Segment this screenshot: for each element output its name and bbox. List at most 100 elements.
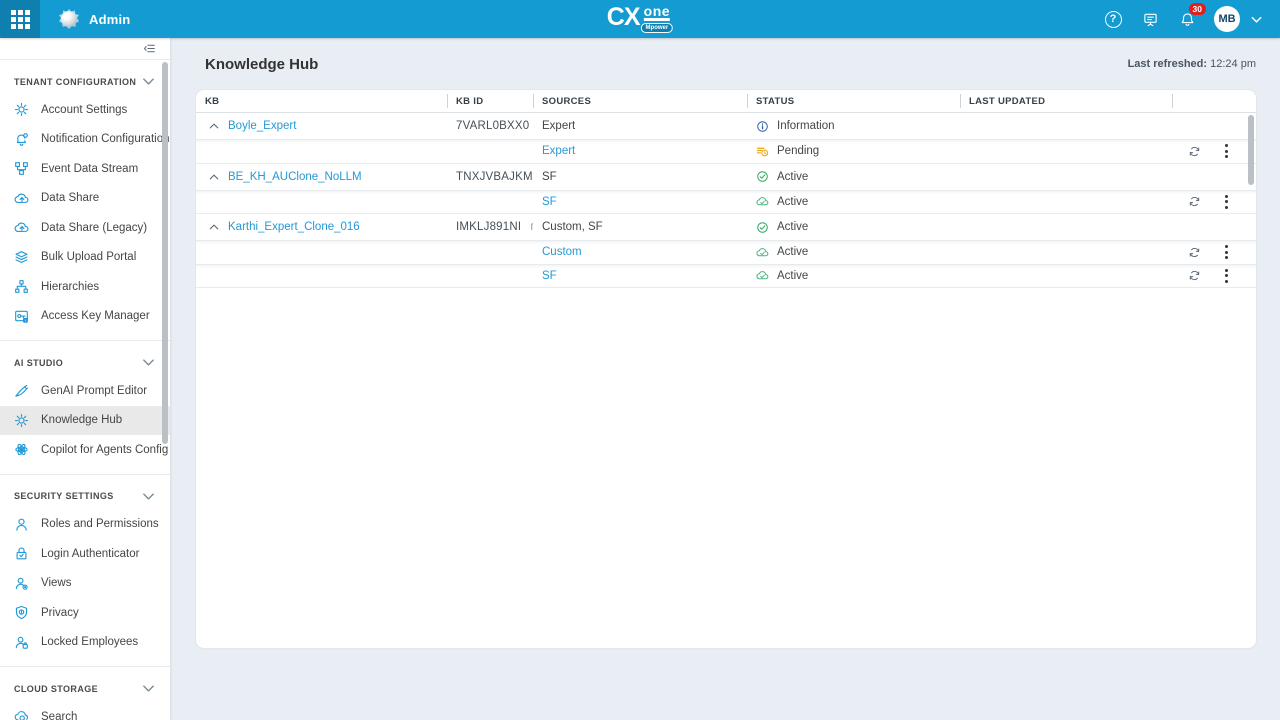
sidebar-item-views[interactable]: Views bbox=[0, 569, 170, 599]
sidebar-item-event-data-stream[interactable]: Event Data Stream bbox=[0, 154, 170, 184]
column-header-status: STATUS bbox=[747, 90, 960, 112]
sidebar-item-label: Login Authenticator bbox=[41, 548, 139, 560]
sidebar-item-bulk-upload-portal[interactable]: Bulk Upload Portal bbox=[0, 243, 170, 273]
sidebar-item-genai-prompt-editor[interactable]: GenAI Prompt Editor bbox=[0, 376, 170, 406]
source-link[interactable]: SF bbox=[542, 270, 557, 282]
chevron-down-icon bbox=[141, 681, 156, 696]
lock-check-icon bbox=[14, 546, 29, 561]
info-status-icon bbox=[756, 120, 769, 133]
refresh-button[interactable] bbox=[1188, 269, 1201, 282]
sidebar-item-account-settings[interactable]: Account Settings bbox=[0, 95, 170, 125]
sources-cell: Expert bbox=[533, 120, 747, 132]
presentation-board-icon bbox=[1143, 12, 1158, 27]
cloud-share-icon bbox=[14, 220, 29, 235]
cloud-check-status-icon bbox=[756, 269, 769, 282]
status-text: Active bbox=[777, 196, 808, 208]
sidebar-section-security-settings[interactable]: SECURITY SETTINGS bbox=[0, 475, 170, 510]
help-button[interactable]: ? bbox=[1103, 9, 1123, 29]
sidebar-item-locked-employees[interactable]: Locked Employees bbox=[0, 628, 170, 658]
kb-name-link[interactable]: Karthi_Expert_Clone_016 bbox=[228, 221, 360, 233]
sidebar-section-label: AI STUDIO bbox=[14, 358, 63, 368]
collapse-sidebar-button[interactable] bbox=[143, 42, 156, 55]
sidebar-section-tenant-configuration[interactable]: TENANT CONFIGURATION bbox=[0, 60, 170, 95]
chevron-down-icon bbox=[141, 489, 156, 504]
kebab-menu-button[interactable] bbox=[1220, 266, 1233, 286]
cloud-share-icon bbox=[14, 191, 29, 206]
sidebar-section-ai-studio[interactable]: AI STUDIO bbox=[0, 341, 170, 376]
page-title: Knowledge Hub bbox=[205, 56, 318, 73]
kb-name-link[interactable]: BE_KH_AUClone_NoLLM bbox=[228, 171, 362, 183]
sidebar-item-login-authenticator[interactable]: Login Authenticator bbox=[0, 539, 170, 569]
sources-text: SF bbox=[542, 171, 557, 183]
sidebar-item-data-share-legacy-[interactable]: Data Share (Legacy) bbox=[0, 213, 170, 243]
cloud-search-icon bbox=[14, 709, 29, 720]
chevron-up-icon[interactable] bbox=[208, 171, 220, 183]
user-menu-chevron-icon[interactable] bbox=[1249, 12, 1264, 27]
kb-id-text: 7VARL0BXX0 bbox=[456, 120, 529, 132]
column-divider bbox=[1172, 94, 1173, 108]
kb-name-link[interactable]: Boyle_Expert bbox=[228, 120, 296, 132]
status-cell: Active bbox=[747, 246, 960, 259]
sidebar-item-label: Hierarchies bbox=[41, 281, 99, 293]
sidebar-item-knowledge-hub[interactable]: Knowledge Hub bbox=[0, 406, 170, 436]
sidebar-item-data-share[interactable]: Data Share bbox=[0, 184, 170, 214]
sidebar-item-search[interactable]: Search bbox=[0, 702, 170, 720]
status-cell: Information bbox=[747, 120, 960, 133]
kebab-menu-button[interactable] bbox=[1220, 141, 1233, 161]
column-header-actions bbox=[1172, 90, 1256, 112]
column-divider bbox=[960, 94, 961, 108]
sidebar-section-cloud-storage[interactable]: CLOUD STORAGE bbox=[0, 667, 170, 702]
table-row: Custom Active bbox=[196, 241, 1256, 265]
last-refreshed: Last refreshed: 12:24 pm bbox=[1128, 58, 1256, 70]
status-cell: Pending bbox=[747, 145, 960, 158]
sidebar-item-notification-configuration[interactable]: Notification Configuration bbox=[0, 125, 170, 155]
refresh-button[interactable] bbox=[1188, 145, 1201, 158]
status-text: Active bbox=[777, 221, 808, 233]
status-cell: Active bbox=[747, 195, 960, 208]
refresh-icon bbox=[1188, 145, 1201, 158]
refresh-button[interactable] bbox=[1188, 246, 1201, 259]
check-circle-status-icon bbox=[756, 170, 769, 183]
kb-cell: BE_KH_AUClone_NoLLM bbox=[196, 171, 447, 183]
kb-id-cell: TNXJVBAJKM bbox=[447, 170, 533, 183]
sidebar-item-label: Privacy bbox=[41, 607, 79, 619]
sidebar-item-label: Copilot for Agents Config bbox=[41, 444, 168, 456]
sidebar-item-roles-and-permissions[interactable]: Roles and Permissions bbox=[0, 510, 170, 540]
sources-cell: Expert bbox=[533, 145, 747, 157]
sidebar-item-access-key-manager[interactable]: Access Key Manager bbox=[0, 302, 170, 332]
table-row: SF Active bbox=[196, 265, 1256, 289]
source-link[interactable]: Expert bbox=[542, 145, 575, 157]
announcements-button[interactable] bbox=[1140, 9, 1160, 29]
table-header-row: KB KB ID SOURCES STATUS LAST UPDATED bbox=[196, 90, 1256, 113]
sidebar-item-privacy[interactable]: Privacy bbox=[0, 598, 170, 628]
sidebar-item-copilot-for-agents-config[interactable]: Copilot for Agents Config bbox=[0, 435, 170, 465]
kb-cell: Karthi_Expert_Clone_016 bbox=[196, 221, 447, 233]
sidebar-item-label: Roles and Permissions bbox=[41, 518, 159, 530]
admin-app-icon bbox=[58, 8, 80, 30]
sidebar-item-hierarchies[interactable]: Hierarchies bbox=[0, 272, 170, 302]
kebab-menu-button[interactable] bbox=[1220, 242, 1233, 262]
sidebar-scrollbar[interactable] bbox=[162, 62, 168, 444]
sidebar-nav: TENANT CONFIGURATION Account Settings No… bbox=[0, 60, 170, 720]
refresh-button[interactable] bbox=[1188, 195, 1201, 208]
column-header-last-updated: LAST UPDATED bbox=[960, 90, 1172, 112]
chevron-up-icon[interactable] bbox=[208, 120, 220, 132]
cloud-check-status-icon bbox=[756, 246, 769, 259]
column-header-kb-id: KB ID bbox=[447, 90, 533, 112]
status-cell: Active bbox=[747, 170, 960, 183]
status-text: Active bbox=[777, 246, 808, 258]
source-link[interactable]: SF bbox=[542, 196, 557, 208]
status-text: Active bbox=[777, 171, 808, 183]
sidebar-item-label: Data Share bbox=[41, 192, 99, 204]
sources-cell: Custom bbox=[533, 246, 747, 258]
sources-cell: SF bbox=[533, 270, 747, 282]
status-text: Information bbox=[777, 120, 835, 132]
app-launcher-button[interactable] bbox=[0, 0, 40, 38]
avatar[interactable]: MB bbox=[1214, 6, 1240, 32]
sidebar-item-label: Knowledge Hub bbox=[41, 414, 122, 426]
source-link[interactable]: Custom bbox=[542, 246, 582, 258]
notifications-button[interactable]: 30 bbox=[1177, 9, 1197, 29]
chevron-up-icon[interactable] bbox=[208, 221, 220, 233]
table-scrollbar[interactable] bbox=[1248, 115, 1254, 185]
kebab-menu-button[interactable] bbox=[1220, 192, 1233, 212]
